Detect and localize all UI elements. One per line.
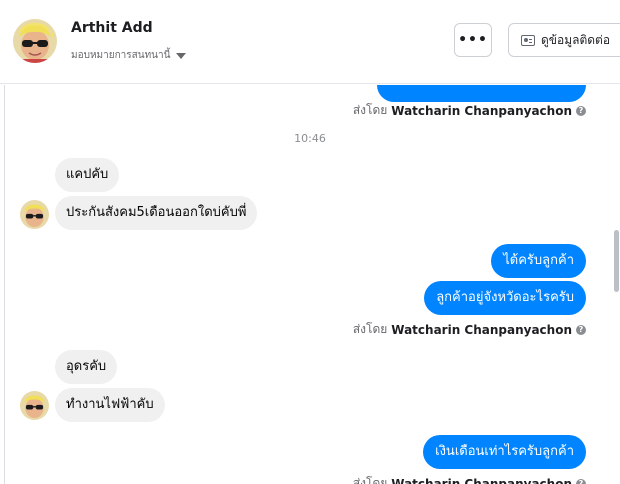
- incoming-message[interactable]: ทำงานไฟฟ้าคับ: [55, 388, 165, 422]
- outgoing-message[interactable]: เงินเดือนเท่าไรครับลูกค้า: [423, 435, 586, 469]
- view-contact-button[interactable]: ดูข้อมูลติดต่อ: [508, 23, 620, 57]
- outgoing-message-partial: [377, 85, 586, 102]
- contact-card-icon: [521, 34, 535, 46]
- sent-by-prefix: ส่งโดย: [352, 476, 388, 484]
- assign-label: มอบหมายการสนทนานี้: [71, 50, 171, 61]
- outgoing-message[interactable]: ได้ครับลูกค้า: [491, 244, 586, 278]
- contact-name: Arthit Add: [71, 20, 153, 36]
- caret-down-icon: [176, 52, 187, 59]
- scrollbar[interactable]: [612, 85, 620, 484]
- contact-avatar[interactable]: [13, 19, 57, 63]
- info-icon[interactable]: ?: [576, 478, 586, 484]
- view-contact-label: ดูข้อมูลติดต่อ: [541, 32, 611, 47]
- contact-avatar-small: [20, 200, 49, 229]
- sent-by-prefix: ส่งโดย: [352, 103, 388, 117]
- outgoing-message[interactable]: ลูกค้าอยู่จังหวัดอะไรครับ: [424, 281, 586, 315]
- sent-by-line: ส่งโดย Watcharin Chanpanyachon ?: [353, 474, 586, 484]
- info-icon[interactable]: ?: [576, 324, 586, 335]
- scrollbar-thumb[interactable]: [614, 230, 619, 292]
- sent-by-line: ส่งโดย Watcharin Chanpanyachon ?: [353, 320, 586, 339]
- sent-by-line: ส่งโดย Watcharin Chanpanyachon ?: [353, 101, 586, 120]
- contact-avatar-small: [20, 391, 49, 420]
- more-icon: •••: [458, 32, 488, 48]
- message-thread[interactable]: ส่งโดย Watcharin Chanpanyachon ? 10:46 แ…: [0, 85, 620, 484]
- incoming-message[interactable]: ประกันสังคม5เดือนออกใดบ่คับพี่: [55, 196, 258, 230]
- message-timestamp: 10:46: [294, 132, 326, 145]
- agent-name[interactable]: Watcharin Chanpanyachon: [391, 323, 572, 337]
- agent-name[interactable]: Watcharin Chanpanyachon: [391, 477, 572, 484]
- conversation-header: Arthit Add มอบหมายการสนทนานี้ ••• ดูข้อม…: [0, 0, 620, 84]
- sent-by-prefix: ส่งโดย: [352, 322, 388, 336]
- incoming-message[interactable]: แคปคับ: [55, 158, 120, 192]
- incoming-message[interactable]: อุดรคับ: [55, 350, 118, 384]
- agent-name[interactable]: Watcharin Chanpanyachon: [391, 104, 572, 118]
- assign-conversation-dropdown[interactable]: มอบหมายการสนทนานี้: [71, 48, 187, 63]
- info-icon[interactable]: ?: [576, 105, 586, 116]
- more-options-button[interactable]: •••: [454, 23, 492, 57]
